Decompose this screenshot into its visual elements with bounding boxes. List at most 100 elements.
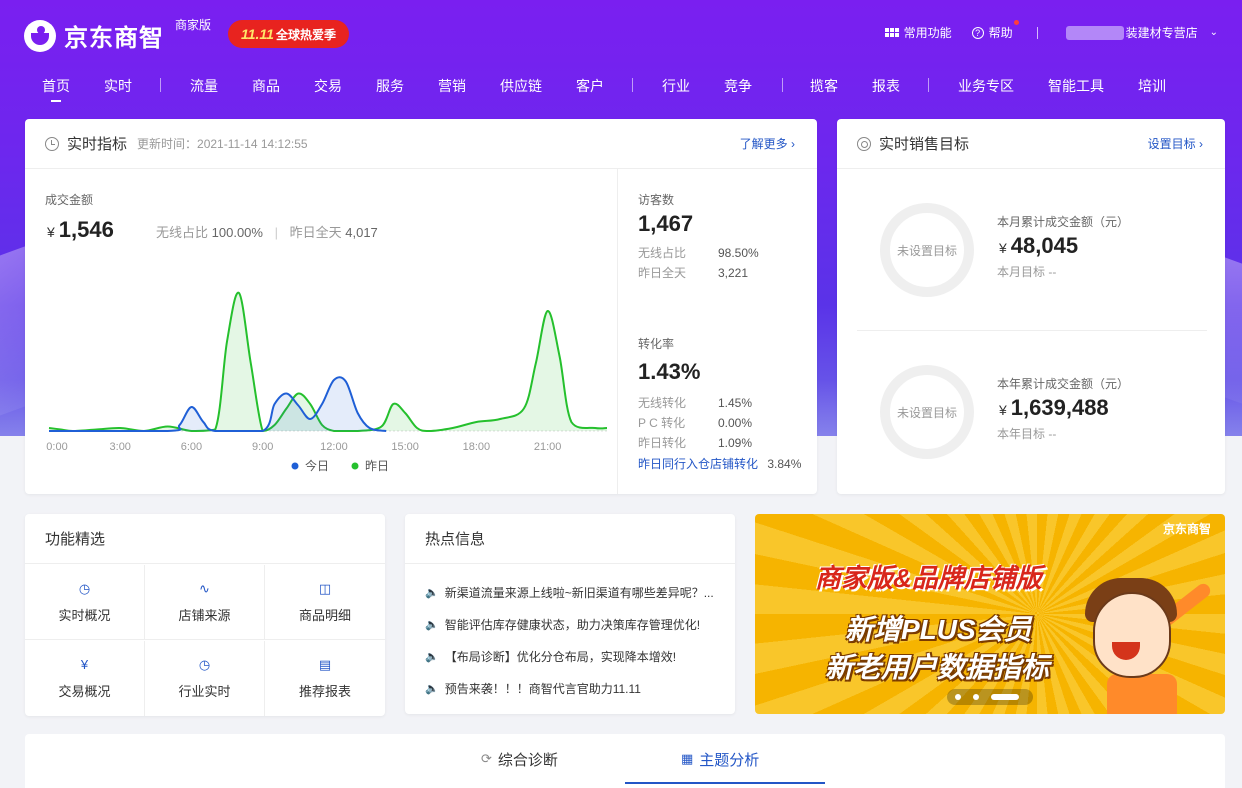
tab-diagnosis[interactable]: ⟳ 综合诊断 xyxy=(481,734,558,784)
speaker-icon: 🔈 xyxy=(425,651,439,663)
hot-news-card: 热点信息 🔈 新渠道流量来源上线啦~新旧渠道有哪些差异呢？... 🔈 智能评估库存健康… xyxy=(405,514,735,714)
function-item[interactable]: ◷ 实时概况 xyxy=(25,565,145,640)
gmv-value: ¥1,546 xyxy=(47,217,114,242)
nav-item-15[interactable]: 培训 xyxy=(1138,76,1166,96)
nav-item-10[interactable]: 竞争 xyxy=(724,76,752,96)
nav-item-2[interactable]: 流量 xyxy=(190,76,218,96)
grid-icon: ▦ xyxy=(681,751,694,766)
metric-row-value: 98.50% xyxy=(718,246,759,260)
speaker-icon: 🔈 xyxy=(425,619,439,631)
nav-separator xyxy=(160,78,161,92)
function-item-label: 交易概况 xyxy=(58,684,111,699)
conversion-details: 无线转化 1.45% P C 转化 0.00% 昨日转化 1.09% xyxy=(638,393,808,453)
legend-marker[interactable] xyxy=(291,462,299,470)
month-target: 本月目标 -- xyxy=(997,265,1057,279)
metric-row-label: P C 转化 xyxy=(638,416,686,430)
nav-item-12[interactable]: 报表 xyxy=(872,76,900,96)
nav-item-4[interactable]: 交易 xyxy=(314,76,342,96)
nav-item-3[interactable]: 商品 xyxy=(252,76,280,96)
help-button[interactable]: ? 帮助 xyxy=(971,20,1019,41)
x-tick-label: 0:00 xyxy=(46,441,67,453)
banner-line-2: 新增PLUS会员 xyxy=(845,614,1032,645)
news-item[interactable]: 🔈 预告来袭！！！商智代言官助力11.11 xyxy=(425,680,641,697)
function-item-label: 店铺来源 xyxy=(178,607,231,623)
function-item[interactable]: ◫ 商品明细 xyxy=(265,565,385,640)
nav-item-6[interactable]: 营销 xyxy=(438,76,466,96)
nav-item-14[interactable]: 智能工具 xyxy=(1048,76,1104,96)
diagnosis-icon: ⟳ xyxy=(481,751,492,766)
set-target-link[interactable]: 设置目标 › xyxy=(1148,135,1203,152)
peer-conversion-link[interactable]: 昨日同行入仓店铺转化 xyxy=(638,457,758,471)
peer-conversion-value: 3.84% xyxy=(767,457,802,471)
metric-row: 无线占比 98.50% xyxy=(638,243,808,263)
sales-target-header: 实时销售目标 设置目标 › xyxy=(837,119,1225,169)
tab-theme-analysis[interactable]: ▦ 主题分析 xyxy=(681,734,759,784)
news-item[interactable]: 🔈 【布局诊断】优化分仓布局，实现降本增效! xyxy=(425,648,676,665)
main-nav: 首页 实时 流量 商品 交易 服务 营销 供应链 客户 行业 竞争 揽客 报表 业务专区 智能工具 培训 xyxy=(0,72,1242,102)
x-tick-label: 12:00 xyxy=(320,441,348,453)
help-label: 帮助 xyxy=(988,26,1013,40)
nav-item-9[interactable]: 行业 xyxy=(662,76,690,96)
notification-dot xyxy=(1013,20,1019,25)
realtime-card: 实时指标 更新时间：2021-11-14 14:12:55 了解更多 › 成交金… xyxy=(25,119,817,494)
year-target: 本年目标 -- xyxy=(997,427,1057,441)
metric-row-value: 3,221 xyxy=(718,266,749,280)
banner-headline: 商家版&品牌店铺版 xyxy=(815,563,1042,593)
function-item[interactable]: ▤ 推荐报表 xyxy=(265,641,385,716)
carousel-dot[interactable] xyxy=(973,694,979,700)
metric-row-value: 1.09% xyxy=(718,436,753,450)
x-tick-label: 6:00 xyxy=(181,441,202,453)
logo[interactable]: 京东商智 xyxy=(24,18,164,53)
store-switcher[interactable]: 装建材专营店 ⌄ xyxy=(1065,24,1218,41)
function-item[interactable]: ◷ 行业实时 xyxy=(145,641,265,716)
news-item-text: 【布局诊断】优化分仓布局，实现降本增效! xyxy=(444,650,677,664)
year-total-label: 本年累计成交金额（元） xyxy=(997,377,1130,391)
cartoon-body xyxy=(1107,674,1177,714)
top-bar: 京东商智 商家版 11.11 全球热爱季 常用功能 ? 帮助 装建材专营店 ⌄ xyxy=(0,0,1242,64)
metric-row-label: 昨日全天 xyxy=(638,266,687,280)
promo-banner[interactable]: 京东商智 商家版&品牌店铺版 新增PLUS会员 新老用户数据指标 xyxy=(755,514,1225,714)
clock-icon xyxy=(45,136,59,151)
functions-grid: ◷ 实时概况 ∿ 店铺来源 ◫ 商品明细 ¥ 交易概况 ◷ 行业实时 ▤ 推荐报表 xyxy=(25,565,385,716)
legend-marker[interactable] xyxy=(351,462,359,470)
nav-item-0[interactable]: 首页 xyxy=(42,76,70,102)
legend-label[interactable]: 昨日 xyxy=(365,459,389,473)
logo-icon xyxy=(24,19,56,52)
x-tick-label: 9:00 xyxy=(252,441,273,453)
news-item[interactable]: 🔈 新渠道流量来源上线啦~新旧渠道有哪些差异呢？... xyxy=(425,584,714,601)
common-functions-button[interactable]: 常用功能 xyxy=(884,24,952,41)
peer-conversion: 昨日同行入仓店铺转化 3.84% xyxy=(638,455,801,472)
pulse-icon: ∿ xyxy=(199,580,210,596)
nav-separator xyxy=(782,78,783,92)
conversion-label: 转化率 xyxy=(638,337,675,351)
metric-row: 昨日转化 1.09% xyxy=(638,433,808,453)
function-item[interactable]: ¥ 交易概况 xyxy=(25,641,145,716)
promo-badge[interactable]: 11.11 全球热爱季 xyxy=(228,20,349,48)
learn-more-link[interactable]: 了解更多 › xyxy=(740,135,795,152)
nav-item-1[interactable]: 实时 xyxy=(104,76,132,96)
nav-item-5[interactable]: 服务 xyxy=(376,76,404,96)
yuan-icon: ¥ xyxy=(80,657,89,672)
header-divider xyxy=(1036,26,1038,39)
functions-header: 功能精选 xyxy=(25,514,385,564)
nav-separator xyxy=(632,78,633,92)
carousel-dots[interactable] xyxy=(947,689,1033,705)
x-tick-label: 15:00 xyxy=(391,441,419,453)
metric-row: 无线转化 1.45% xyxy=(638,393,808,413)
promo-prefix: 11.11 xyxy=(241,26,274,42)
nav-item-8[interactable]: 客户 xyxy=(576,76,604,96)
sales-target-card: 实时销售目标 设置目标 › 未设置目标 本月累计成交金额（元） ¥48,045 … xyxy=(837,119,1225,494)
news-item[interactable]: 🔈 智能评估库存健康状态，助力决策库存管理优化! xyxy=(425,616,700,633)
legend-label[interactable]: 今日 xyxy=(305,458,329,473)
carousel-dot-active[interactable] xyxy=(991,694,1019,700)
logo-text: 京东商智 xyxy=(64,25,164,52)
month-target-ring: 未设置目标 xyxy=(880,203,974,297)
nav-item-11[interactable]: 揽客 xyxy=(810,76,838,96)
carousel-dot[interactable] xyxy=(955,694,961,700)
nav-item-7[interactable]: 供应链 xyxy=(500,76,542,96)
visitors-value: 1,467 xyxy=(638,211,694,236)
function-item[interactable]: ∿ 店铺来源 xyxy=(145,565,265,640)
nav-item-13[interactable]: 业务专区 xyxy=(958,76,1014,96)
clock-icon: ◷ xyxy=(198,657,211,672)
help-icon: ? xyxy=(971,26,984,39)
